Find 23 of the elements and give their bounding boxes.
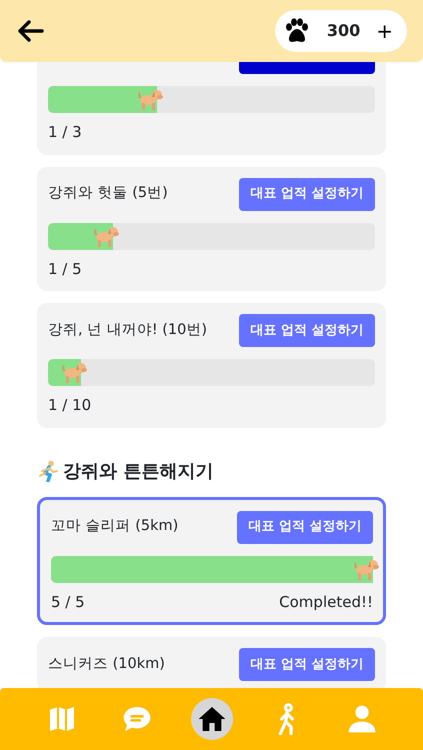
progress-count: 5 / 5 [51, 592, 85, 612]
dog-icon [136, 87, 163, 111]
add-points-button[interactable]: + [376, 21, 393, 41]
dog-icon [60, 360, 87, 384]
achievement-title: 꼬마 슬리퍼 (5km) [51, 517, 178, 536]
set-featured-button[interactable] [239, 62, 375, 74]
back-button[interactable] [16, 19, 46, 43]
achievement-title: 강쥐, 넌 내꺼야! (10번) [48, 320, 208, 340]
person-icon [346, 703, 378, 735]
completed-label: Completed!! [279, 592, 373, 612]
set-featured-button[interactable]: 대표 업적 설정하기 [239, 178, 375, 210]
progress-count: 1 / 10 [48, 395, 92, 416]
home-tab[interactable] [190, 698, 232, 740]
progress-count: 1 / 5 [48, 258, 82, 280]
section-heading: 강쥐와 튼튼해지기 [63, 460, 214, 484]
points-count: 300 [326, 20, 360, 42]
achievement-title: 스니커즈 (10km) [48, 654, 165, 674]
progress-count: 1 / 3 [48, 122, 82, 143]
runner-icon [37, 460, 59, 482]
achievement-title: 강쥐와 헛둘 (5번) [48, 184, 168, 204]
set-featured-button[interactable]: 대표 업적 설정하기 [239, 314, 375, 347]
set-featured-button[interactable]: 대표 업적 설정하기 [237, 510, 373, 544]
set-featured-button[interactable]: 대표 업적 설정하기 [239, 648, 375, 681]
